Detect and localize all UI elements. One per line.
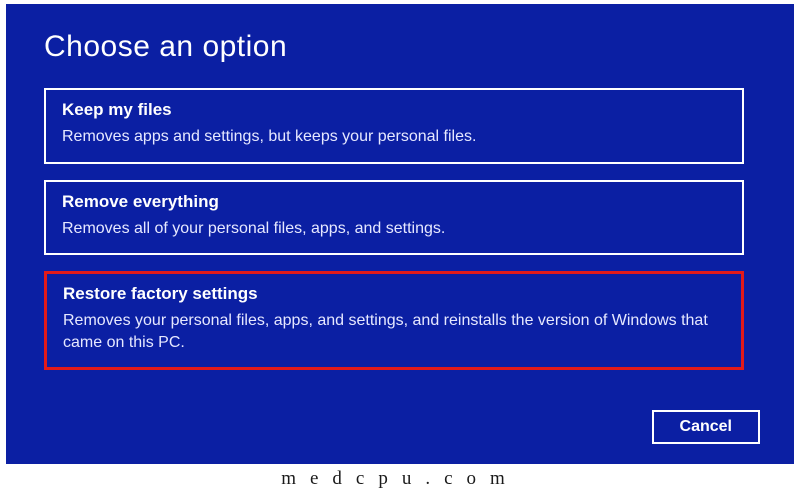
recovery-screen: Choose an option Keep my files Removes a… <box>6 4 794 464</box>
option-keep-my-files[interactable]: Keep my files Removes apps and settings,… <box>44 88 744 164</box>
option-title: Remove everything <box>62 192 726 212</box>
option-title: Restore factory settings <box>63 284 725 304</box>
option-restore-factory-settings[interactable]: Restore factory settings Removes your pe… <box>44 271 744 370</box>
watermark-text: medcpu.com <box>0 468 800 490</box>
option-title: Keep my files <box>62 100 726 120</box>
option-description: Removes all of your personal files, apps… <box>62 218 726 240</box>
options-list: Keep my files Removes apps and settings,… <box>44 88 756 370</box>
option-description: Removes your personal files, apps, and s… <box>63 310 725 353</box>
option-description: Removes apps and settings, but keeps you… <box>62 126 726 148</box>
page-title: Choose an option <box>44 30 756 64</box>
option-remove-everything[interactable]: Remove everything Removes all of your pe… <box>44 180 744 256</box>
cancel-button[interactable]: Cancel <box>652 410 760 444</box>
